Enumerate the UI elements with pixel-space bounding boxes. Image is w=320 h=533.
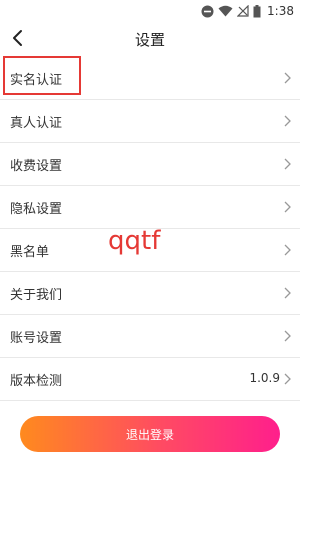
chevron-right-icon — [284, 287, 291, 299]
chevron-right-icon — [284, 158, 291, 170]
wifi-icon — [218, 5, 233, 17]
page-title: 设置 — [134, 31, 165, 49]
settings-item-fee-settings[interactable]: 收费设置 — [0, 143, 300, 186]
settings-item-label: 收费设置 — [10, 159, 63, 174]
status-bar: 1:38 — [0, 0, 300, 22]
status-time: 1:38 — [267, 4, 294, 18]
highlight-box — [3, 56, 81, 95]
no-signal-icon — [237, 5, 249, 17]
settings-item-label: 真人认证 — [10, 116, 63, 131]
chevron-right-icon — [284, 330, 291, 342]
version-number: 1.0.9 — [249, 371, 280, 385]
settings-item-label: 关于我们 — [10, 288, 63, 303]
chevron-right-icon — [284, 244, 291, 256]
settings-item-label: 账号设置 — [10, 331, 63, 346]
settings-item-label: 隐私设置 — [10, 202, 63, 217]
navigation-bar: 设置 — [0, 22, 300, 56]
status-icons: 1:38 — [201, 3, 294, 19]
chevron-right-icon — [284, 115, 291, 127]
settings-item-account-settings[interactable]: 账号设置 — [0, 315, 300, 358]
logout-button[interactable]: 退出登录 — [20, 416, 280, 452]
chevron-right-icon — [284, 72, 291, 84]
settings-item-version-check[interactable]: 版本检测 1.0.9 — [0, 358, 300, 401]
chevron-right-icon — [284, 201, 291, 213]
settings-item-about-us[interactable]: 关于我们 — [0, 272, 300, 315]
settings-item-real-person-verification[interactable]: 真人认证 — [0, 100, 300, 143]
settings-item-label: 版本检测 — [10, 374, 63, 389]
watermark-text: qqtf — [108, 226, 161, 256]
battery-icon — [253, 4, 261, 17]
settings-item-label: 黑名单 — [10, 245, 50, 260]
settings-item-privacy-settings[interactable]: 隐私设置 — [0, 186, 300, 229]
chevron-right-icon — [284, 373, 291, 385]
do-not-disturb-icon — [201, 5, 214, 17]
